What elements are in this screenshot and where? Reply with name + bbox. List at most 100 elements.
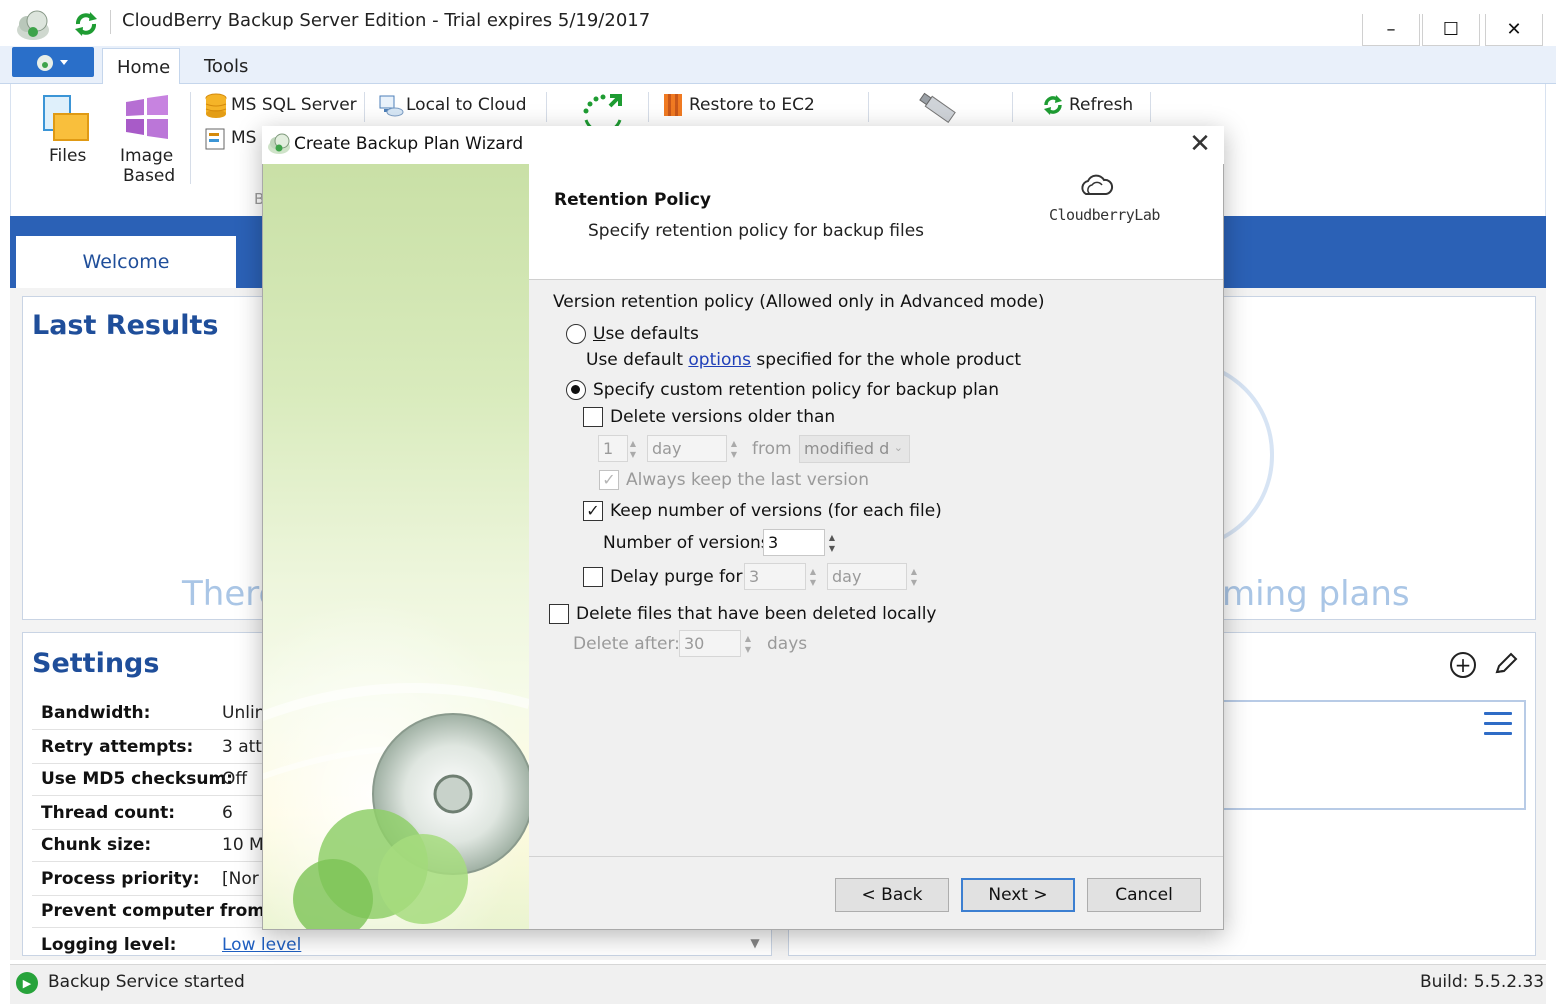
chevron-down-icon: ⌄ <box>893 441 903 454</box>
setting-label: Chunk size: <box>41 835 152 855</box>
minimize-button[interactable]: – <box>1362 14 1420 46</box>
delete-local-checkbox[interactable] <box>549 604 569 624</box>
use-defaults-text: se defaults <box>605 324 699 344</box>
build-version: Build: 5.5.2.33 <box>1420 972 1545 992</box>
title-separator <box>110 10 111 34</box>
setting-label: Bandwidth: <box>41 703 151 723</box>
setting-value: 10 M <box>222 835 264 855</box>
older-unit-stepper[interactable]: ▲ ▼ <box>727 435 741 462</box>
delete-after-label: Delete after: <box>573 634 680 654</box>
usb-drive-icon[interactable] <box>914 92 962 126</box>
app-menu-button[interactable] <box>12 47 94 77</box>
setting-divider <box>32 795 262 796</box>
setting-divider <box>32 861 262 862</box>
ms-exchange-button[interactable]: MS <box>231 128 256 148</box>
status-text: Backup Service started <box>48 972 245 992</box>
delay-value-input[interactable]: 3 <box>744 563 806 590</box>
use-defaults-label[interactable]: Use defaults <box>593 324 699 344</box>
hamburger-menu-icon[interactable] <box>1484 712 1512 738</box>
setting-value: 3 att <box>222 737 262 757</box>
maximize-button[interactable]: ☐ <box>1422 14 1480 46</box>
older-value-input[interactable]: 1 <box>598 435 628 462</box>
tab-tools[interactable]: Tools <box>190 48 262 84</box>
ms-sql-server-button[interactable]: MS SQL Server <box>231 95 357 115</box>
setting-divider <box>32 763 262 764</box>
delete-after-input[interactable]: 30 <box>679 630 741 657</box>
delay-unit-input[interactable]: day <box>827 563 907 590</box>
files-button[interactable]: Files <box>49 146 86 166</box>
delete-after-unit: days <box>767 634 808 654</box>
add-plan-icon[interactable]: + <box>1450 652 1476 678</box>
older-unit-input[interactable]: day <box>647 435 727 462</box>
older-value-stepper[interactable]: ▲ ▼ <box>626 435 640 462</box>
delay-purge-label[interactable]: Delay purge for: <box>610 567 748 587</box>
cloudberry-logo-text: CloudberryLab <box>1049 206 1160 224</box>
options-link[interactable]: options <box>688 350 751 370</box>
from-select-value: modified d <box>804 439 890 458</box>
last-results-title: Last Results <box>32 310 219 341</box>
delete-older-checkbox[interactable] <box>583 407 603 427</box>
plan-card[interactable] <box>1224 700 1526 810</box>
local-to-cloud-icon <box>378 92 404 118</box>
use-default-suffix: specified for the whole product <box>751 350 1022 370</box>
cloudberry-logo-icon <box>1078 172 1114 202</box>
chevron-down-icon[interactable]: ▼ <box>742 932 768 954</box>
delete-after-stepper[interactable]: ▲ ▼ <box>741 630 755 657</box>
number-of-versions-input[interactable]: 3 <box>763 529 825 556</box>
keep-number-label[interactable]: Keep number of versions (for each file) <box>610 501 942 521</box>
setting-divider <box>32 927 262 928</box>
local-to-cloud-button[interactable]: Local to Cloud <box>406 95 527 115</box>
ec2-icon <box>662 92 684 118</box>
next-button[interactable]: Next > <box>961 878 1075 912</box>
delete-older-label[interactable]: Delete versions older than <box>610 407 835 427</box>
windows-logo-icon <box>122 94 172 140</box>
refresh-button[interactable]: Refresh <box>1069 95 1133 115</box>
number-of-versions-stepper[interactable]: ▲ ▼ <box>825 529 839 556</box>
database-icon <box>204 93 228 119</box>
wizard-close-button[interactable]: ✕ <box>1186 131 1214 160</box>
setting-divider <box>32 895 262 896</box>
keep-number-checkbox[interactable]: ✓ <box>583 501 603 521</box>
setting-divider <box>32 829 262 830</box>
exchange-icon <box>204 127 228 151</box>
setting-label: Prevent computer from sl <box>41 901 287 921</box>
cloud-menu-icon <box>37 55 68 71</box>
delay-unit-stepper[interactable]: ▲ ▼ <box>907 563 921 590</box>
restore-to-ec2-button[interactable]: Restore to EC2 <box>689 95 815 115</box>
empty-state-text-right: ming plans <box>1222 574 1410 614</box>
from-label: from <box>752 439 792 459</box>
cloudberry-wizard-icon <box>266 132 292 156</box>
delete-local-label[interactable]: Delete files that have been deleted loca… <box>576 604 937 624</box>
version-policy-label: Version retention policy (Allowed only i… <box>553 292 1045 312</box>
tab-welcome[interactable]: Welcome <box>16 236 236 288</box>
back-button[interactable]: < Back <box>835 878 949 912</box>
tab-home[interactable]: Home <box>102 48 180 84</box>
delay-value-stepper[interactable]: ▲ ▼ <box>806 563 820 590</box>
close-button[interactable]: ✕ <box>1485 14 1543 46</box>
refresh-icon[interactable] <box>70 8 102 40</box>
cloudberry-app-icon[interactable] <box>14 8 52 42</box>
ribbon-separator <box>648 92 649 122</box>
window-title: CloudBerry Backup Server Edition - Trial… <box>122 10 651 31</box>
service-running-icon: ▶ <box>16 972 38 994</box>
always-keep-label[interactable]: Always keep the last version <box>626 470 869 490</box>
image-based-label-1[interactable]: Image <box>120 146 173 166</box>
refresh-icon <box>1040 92 1066 118</box>
delay-purge-checkbox[interactable] <box>583 567 603 587</box>
settings-title: Settings <box>32 648 160 679</box>
ribbon-separator <box>1012 92 1013 122</box>
edit-pencil-icon[interactable] <box>1492 650 1520 678</box>
image-based-label-2[interactable]: Based <box>123 166 175 186</box>
cancel-button[interactable]: Cancel <box>1087 878 1201 912</box>
setting-value: Unlin <box>222 703 266 723</box>
wizard-step-title: Retention Policy <box>554 190 711 210</box>
always-keep-checkbox[interactable]: ✓ <box>599 470 619 490</box>
setting-label: Process priority: <box>41 869 200 889</box>
use-defaults-radio[interactable] <box>566 324 586 344</box>
logging-level-link[interactable]: Low level <box>222 935 301 955</box>
custom-policy-radio[interactable] <box>566 380 586 400</box>
setting-label: Logging level: <box>41 935 177 955</box>
from-select[interactable]: modified d ⌄ <box>799 435 910 463</box>
ribbon-separator <box>364 92 365 122</box>
custom-policy-label[interactable]: Specify custom retention policy for back… <box>593 380 999 400</box>
